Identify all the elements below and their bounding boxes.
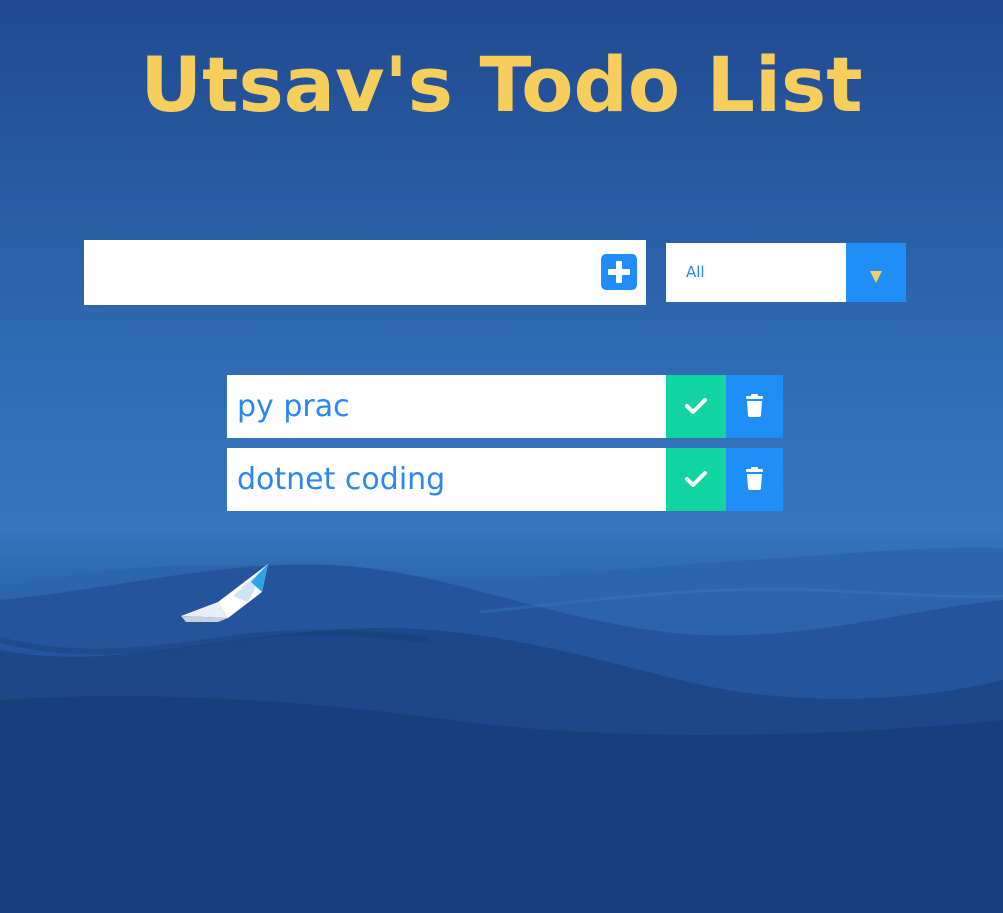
caret-down-icon [870,271,882,283]
complete-button[interactable] [666,448,726,511]
complete-button[interactable] [666,375,726,438]
todo-input-container [84,240,646,305]
todo-item-text: dotnet coding [237,462,446,497]
trash-icon [746,394,763,417]
delete-button[interactable] [726,375,783,438]
todo-list: py prac dotnet coding [227,375,783,521]
filter-select[interactable]: All [666,243,906,302]
check-icon [685,398,707,414]
todo-form: All [84,240,906,305]
filter-selected-value: All [686,263,705,281]
trash-icon [746,467,763,490]
delete-button[interactable] [726,448,783,511]
check-icon [685,471,707,487]
page-title: Utsav's Todo List [140,40,863,129]
todo-item: py prac [227,375,783,438]
paper-boat-illustration [181,564,268,622]
filter-dropdown-toggle[interactable] [846,243,906,302]
todo-item: dotnet coding [227,448,783,511]
todo-input[interactable] [84,240,584,305]
plus-square-icon [608,261,630,283]
todo-item-text: py prac [237,389,350,424]
add-todo-button[interactable] [601,254,637,290]
